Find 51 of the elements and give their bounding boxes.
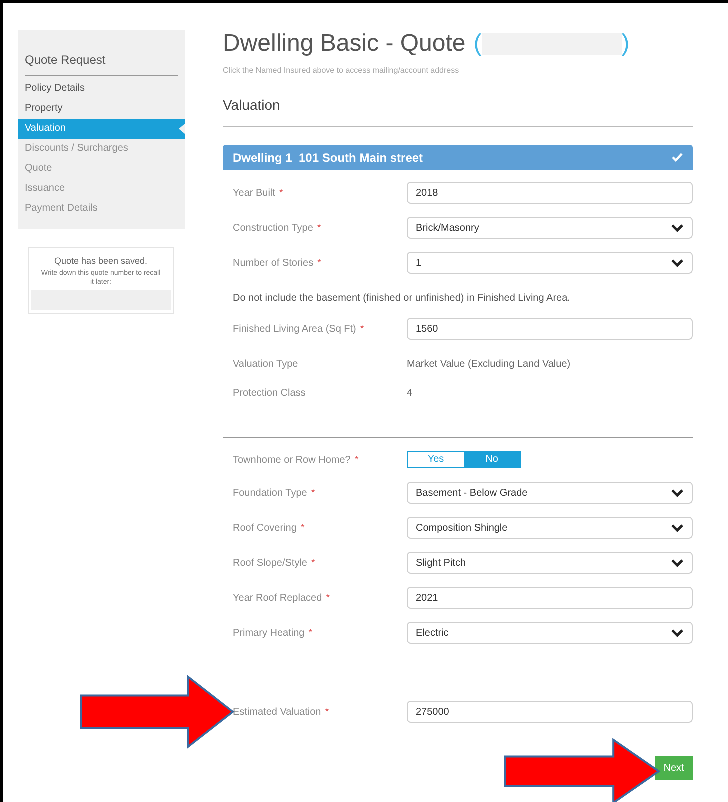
- info-note: Do not include the basement (finished or unfinished) in Finished Living Area.: [233, 293, 570, 304]
- text-field[interactable]: 1560: [407, 318, 693, 340]
- chevron-down-icon: [671, 258, 684, 268]
- field-label: Foundation Type: [233, 487, 308, 501]
- required-asterisk: *: [325, 706, 330, 720]
- required-asterisk: *: [326, 592, 330, 606]
- chevron-down-icon: [671, 224, 684, 232]
- notice-title: Quote has been saved.: [54, 255, 148, 268]
- select-dropdown[interactable]: Basement - Below Grade: [407, 482, 693, 504]
- select-dropdown[interactable]: Electric: [407, 622, 693, 644]
- field-label: Construction Type: [233, 222, 314, 236]
- field-label: Year Built: [233, 187, 276, 201]
- required-asterisk: *: [300, 522, 305, 536]
- field-label: Primary Heating: [233, 627, 305, 641]
- required-asterisk: *: [312, 557, 316, 571]
- field-label: Townhome or Row Home?: [233, 454, 351, 468]
- required-asterisk: *: [311, 487, 316, 501]
- field-label: Finished Living Area (Sq Ft): [233, 323, 356, 337]
- sidebar-item[interactable]: Property: [18, 99, 185, 119]
- select-dropdown[interactable]: Slight Pitch: [407, 552, 693, 574]
- field-label: Number of Stories: [233, 257, 314, 271]
- chevron-down-icon: [671, 488, 684, 498]
- field-label: Roof Covering: [233, 522, 297, 536]
- header-hint: Click the Named Insured above to access mailing/account address: [223, 66, 460, 75]
- field-label: Year Roof Replaced: [233, 592, 322, 606]
- select-dropdown[interactable]: Brick/Masonry: [407, 217, 693, 239]
- field-label: Protection Class: [233, 387, 306, 401]
- required-asterisk: *: [318, 257, 322, 271]
- field-label: Valuation Type: [233, 358, 298, 372]
- sidebar-title: Quote Request: [25, 53, 106, 67]
- field-value: Market Value (Excluding Land Value): [407, 358, 571, 372]
- required-asterisk: *: [308, 627, 313, 641]
- required-asterisk: *: [360, 323, 364, 337]
- text-field[interactable]: 2018: [407, 182, 693, 204]
- required-asterisk: *: [317, 222, 322, 236]
- text-field[interactable]: 275000: [407, 701, 693, 723]
- text-field[interactable]: 2021: [407, 587, 693, 609]
- chevron-down-icon: [671, 628, 684, 638]
- chevron-down-icon: [671, 558, 684, 568]
- sidebar-item[interactable]: Policy Details: [18, 79, 185, 99]
- chevron-down-icon: [671, 524, 684, 532]
- section-heading: Valuation: [223, 97, 280, 113]
- required-asterisk: *: [279, 187, 284, 201]
- field-label: Roof Slope/Style: [233, 557, 308, 571]
- required-asterisk: *: [354, 454, 359, 468]
- select-dropdown[interactable]: 1: [407, 252, 693, 274]
- page-title: Dwelling Basic - Quote: [223, 29, 466, 59]
- field-label: Estimated Valuation: [233, 706, 322, 720]
- field-value: 4: [407, 387, 413, 401]
- select-dropdown[interactable]: Composition Shingle: [407, 517, 693, 539]
- pointer-notch-icon: [179, 124, 185, 134]
